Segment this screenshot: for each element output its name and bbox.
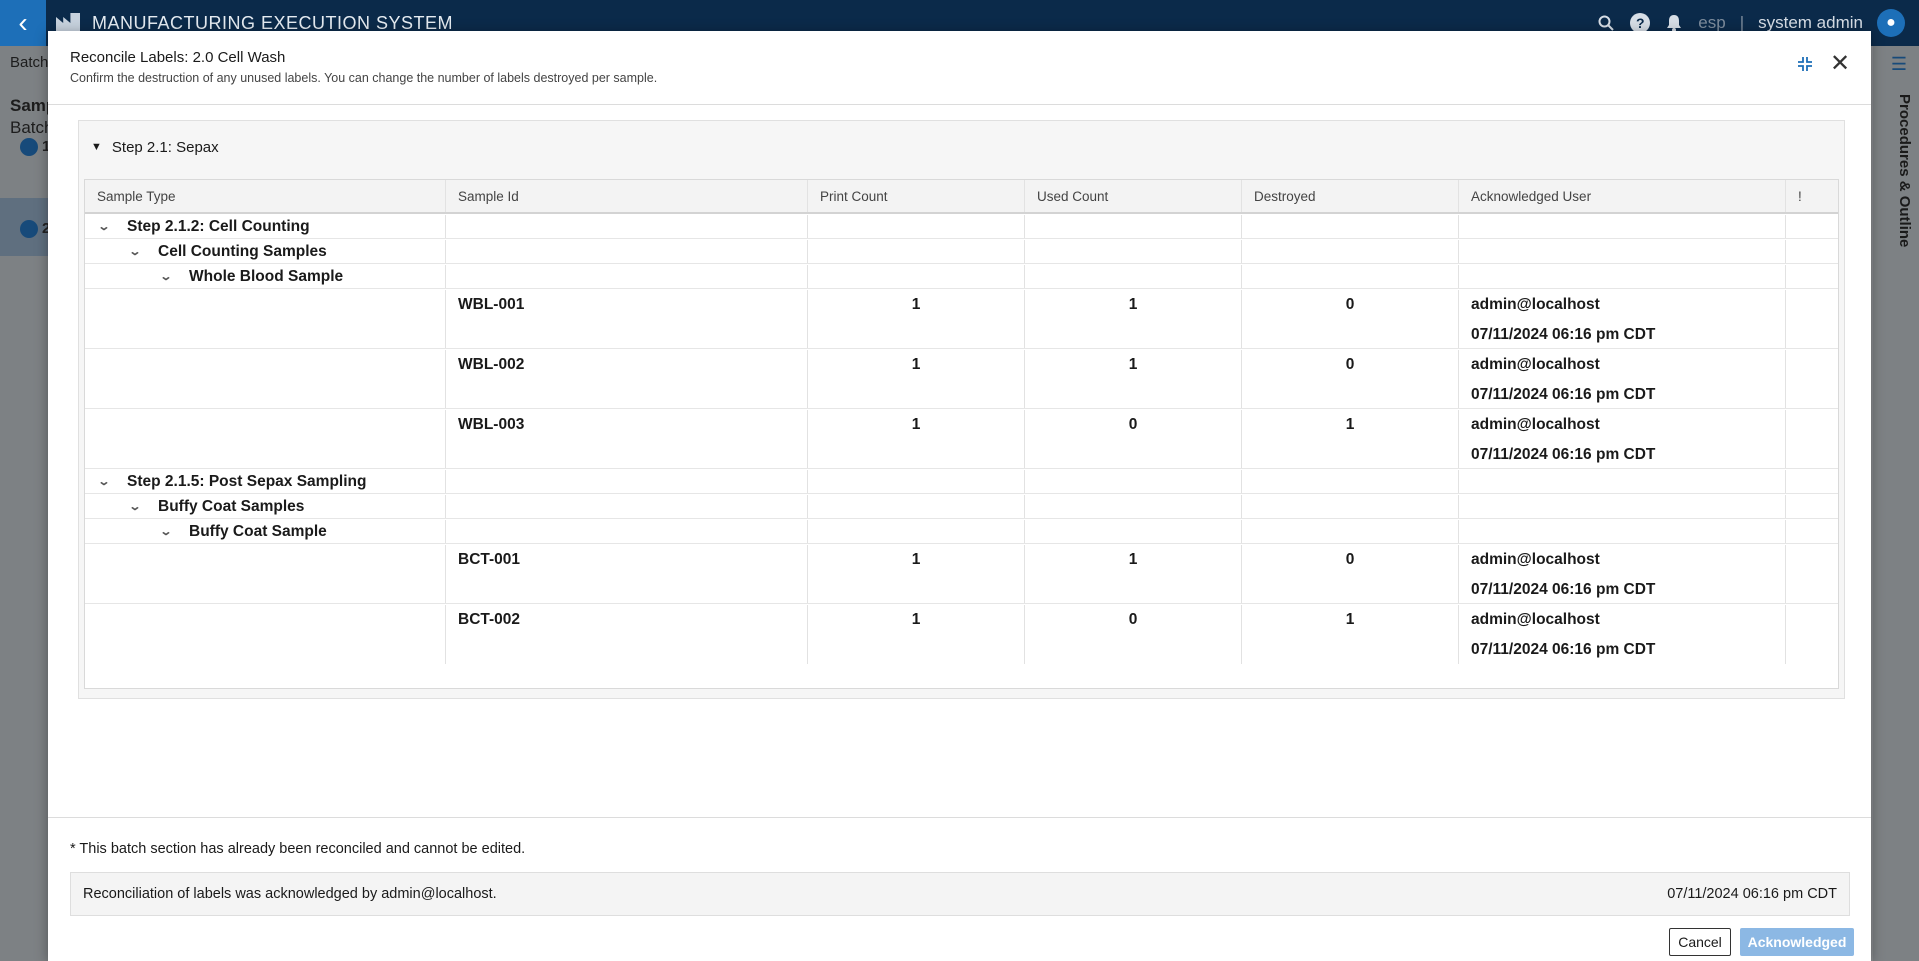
close-icon[interactable]: ✕ [1828, 50, 1852, 77]
sample-id: BCT-001 [458, 551, 521, 568]
group-row[interactable]: ⌄ Buffy Coat Sample [85, 520, 1838, 544]
modal-subtitle: Confirm the destruction of any unused la… [70, 71, 658, 85]
group-row[interactable]: ⌄ Step 2.1.2: Cell Counting [85, 215, 1838, 239]
group-label: Step 2.1.2: Cell Counting [127, 217, 310, 235]
destroyed-count: 0 [1345, 296, 1355, 313]
group-label: Step 2.1.5: Post Sepax Sampling [127, 472, 367, 490]
labels-table: Sample Type Sample Id Print Count Used C… [84, 179, 1839, 689]
sample-id: WBL-001 [458, 296, 525, 313]
destroyed-count: 0 [1345, 356, 1355, 373]
acknowledged-button[interactable]: Acknowledged [1740, 928, 1854, 956]
chevron-down-icon[interactable]: ⌄ [156, 270, 176, 283]
column-header[interactable]: Print Count [808, 180, 1025, 212]
destroyed-count: 1 [1345, 416, 1355, 433]
menu-icon[interactable]: ☰ [1891, 54, 1907, 75]
print-count: 1 [911, 611, 921, 628]
table-row[interactable]: BCT-002 1 0 1 admin@localhost 07/11/2024 … [85, 605, 1838, 664]
acknowledged-user: admin@localhost [1471, 296, 1600, 313]
acknowledged-user: admin@localhost [1471, 551, 1600, 568]
used-count: 0 [1128, 611, 1138, 628]
print-count: 1 [911, 356, 921, 373]
step-header[interactable]: ▼ Step 2.1: Sepax [79, 121, 1844, 173]
table-row[interactable]: BCT-001 1 1 0 admin@localhost 07/11/2024 … [85, 545, 1838, 604]
chevron-down-icon[interactable]: ⌄ [125, 500, 145, 513]
acknowledged-time: 07/11/2024 06:16 pm CDT [1471, 446, 1656, 463]
acknowledgement-time: 07/11/2024 06:16 pm CDT [1667, 886, 1837, 902]
help-icon[interactable]: ? [1630, 13, 1651, 33]
used-count: 1 [1128, 551, 1138, 568]
group-label: Buffy Coat Sample [189, 522, 327, 540]
chevron-left-icon: ‹ [18, 7, 28, 38]
header-separator: | [1739, 13, 1745, 32]
caret-down-icon: ▼ [91, 141, 102, 153]
table-header-row: Sample Type Sample Id Print Count Used C… [85, 180, 1838, 214]
search-icon[interactable] [1596, 13, 1616, 33]
step-panel: ▼ Step 2.1: Sepax Sample Type Sample Id … [78, 120, 1845, 699]
check-circle-icon [20, 138, 38, 156]
group-row[interactable]: ⌄ Cell Counting Samples [85, 240, 1838, 264]
sample-id: BCT-002 [458, 611, 521, 628]
column-header[interactable]: Sample Type [85, 180, 446, 212]
procedures-outline-tab[interactable]: Procedures & Outline [1896, 94, 1913, 247]
column-header[interactable]: Destroyed [1242, 180, 1459, 212]
modal-footer: * This batch section has already been re… [48, 817, 1871, 961]
acknowledged-time: 07/11/2024 06:16 pm CDT [1471, 581, 1656, 598]
back-button[interactable]: ‹ [0, 0, 46, 46]
group-row[interactable]: ⌄ Buffy Coat Samples [85, 495, 1838, 519]
used-count: 1 [1128, 356, 1138, 373]
check-circle-icon [20, 220, 38, 238]
group-label: Buffy Coat Samples [158, 497, 305, 515]
column-header[interactable]: ! [1786, 180, 1838, 212]
bell-icon[interactable] [1664, 13, 1684, 33]
used-count: 0 [1128, 416, 1138, 433]
sample-id: WBL-003 [458, 416, 525, 433]
group-label: Whole Blood Sample [189, 267, 344, 285]
step-title: Step 2.1: Sepax [111, 138, 219, 156]
group-row[interactable]: ⌄ Step 2.1.5: Post Sepax Sampling [85, 470, 1838, 494]
background-subheading: Batch [10, 118, 54, 137]
user-name[interactable]: system admin [1758, 13, 1863, 33]
org-label: esp [1698, 13, 1726, 32]
collapse-icon[interactable] [1796, 55, 1814, 73]
acknowledged-user: admin@localhost [1471, 611, 1600, 628]
used-count: 1 [1128, 296, 1138, 313]
table-row[interactable]: WBL-003 1 0 1 admin@localhost 07/11/2024 … [85, 410, 1838, 469]
group-row[interactable]: ⌄ Whole Blood Sample [85, 265, 1838, 289]
column-header[interactable]: Acknowledged User [1459, 180, 1786, 212]
acknowledged-time: 07/11/2024 06:16 pm CDT [1471, 386, 1656, 403]
print-count: 1 [911, 296, 921, 313]
reconcile-labels-modal: Reconcile Labels: 2.0 Cell Wash Confirm … [48, 31, 1871, 961]
modal-header: Reconcile Labels: 2.0 Cell Wash Confirm … [48, 31, 1871, 105]
chevron-down-icon[interactable]: ⌄ [156, 525, 176, 538]
sample-id: WBL-002 [458, 356, 525, 373]
reconciled-note: * This batch section has already been re… [70, 841, 526, 857]
destroyed-count: 0 [1345, 551, 1355, 568]
background-right-panel: ☰ Procedures & Outline [1873, 46, 1919, 961]
chevron-down-icon[interactable]: ⌄ [94, 475, 114, 488]
chevron-down-icon[interactable]: ⌄ [94, 220, 114, 233]
acknowledged-user: admin@localhost [1471, 356, 1600, 373]
acknowledgement-box: Reconciliation of labels was acknowledge… [70, 872, 1850, 916]
acknowledged-time: 07/11/2024 06:16 pm CDT [1471, 326, 1656, 343]
factory-logo-icon [56, 13, 80, 33]
group-label: Cell Counting Samples [158, 242, 327, 260]
column-header[interactable]: Used Count [1025, 180, 1242, 212]
print-count: 1 [911, 551, 921, 568]
acknowledgement-message: Reconciliation of labels was acknowledge… [83, 886, 497, 902]
column-header[interactable]: Sample Id [446, 180, 808, 212]
acknowledged-user: admin@localhost [1471, 416, 1600, 433]
avatar[interactable]: ● [1877, 9, 1905, 37]
acknowledged-time: 07/11/2024 06:16 pm CDT [1471, 641, 1656, 658]
table-row[interactable]: WBL-002 1 1 0 admin@localhost 07/11/2024 … [85, 350, 1838, 409]
background-tab: Batch [10, 54, 49, 71]
background-left-panel: Batch Samp Batch 1 2 [0, 46, 56, 961]
chevron-down-icon[interactable]: ⌄ [125, 245, 145, 258]
print-count: 1 [911, 416, 921, 433]
modal-title: Reconcile Labels: 2.0 Cell Wash [70, 49, 286, 66]
cancel-button[interactable]: Cancel [1669, 928, 1731, 956]
destroyed-count: 1 [1345, 611, 1355, 628]
table-row[interactable]: WBL-001 1 1 0 admin@localhost 07/11/2024 … [85, 290, 1838, 349]
